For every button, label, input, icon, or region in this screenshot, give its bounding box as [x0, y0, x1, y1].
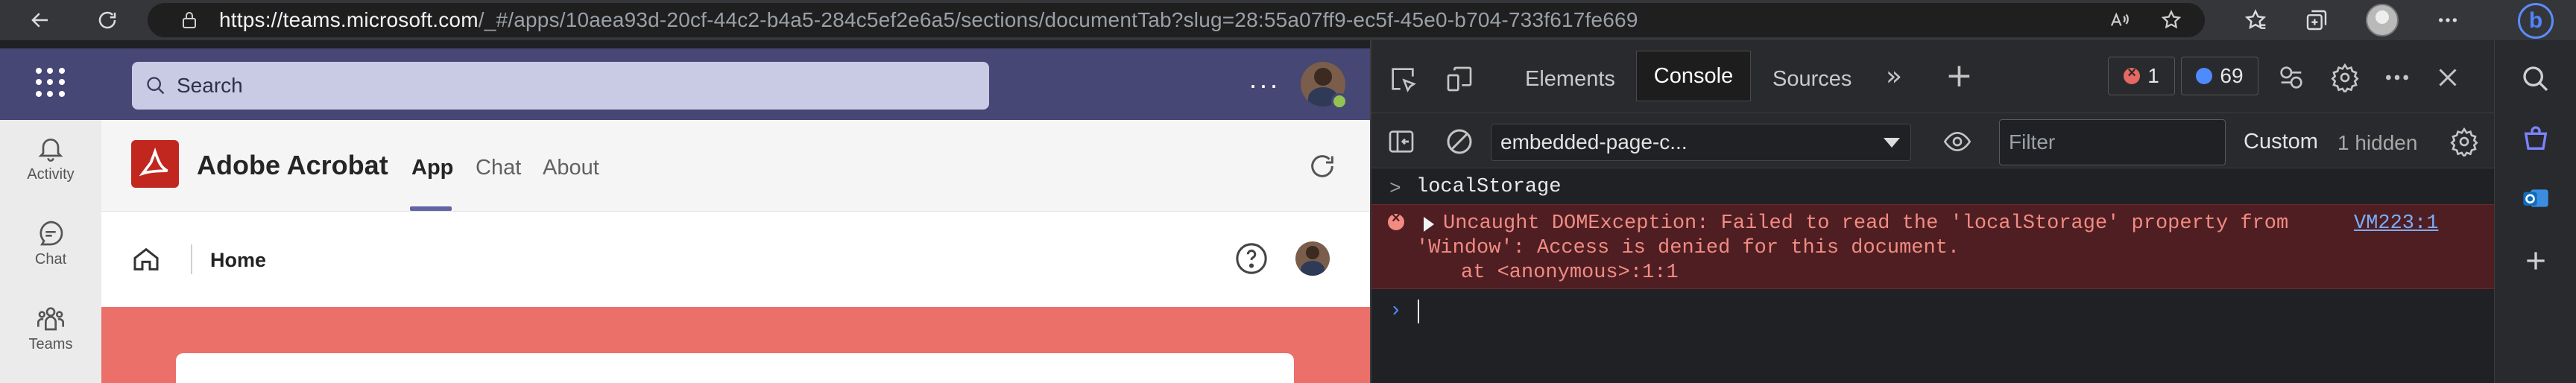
log-levels-dropdown[interactable]: Custom — [2244, 130, 2318, 154]
console-prompt-icon: › — [1389, 300, 1402, 323]
error-icon — [2124, 65, 2141, 84]
reload-app-icon[interactable] — [1307, 151, 1337, 181]
browser-toolbar: https://teams.microsoft.com/_#/apps/10ae… — [0, 0, 2576, 40]
home-breadcrumb[interactable]: Home — [210, 249, 266, 272]
add-tab-icon[interactable]: + — [1945, 57, 1973, 95]
bell-icon — [38, 139, 63, 162]
console-error-message: Uncaught DOMException: Failed to read th… — [1371, 204, 2496, 289]
back-button[interactable] — [21, 0, 60, 40]
rail-item-teams[interactable]: Teams — [0, 303, 101, 353]
close-icon[interactable] — [2434, 64, 2461, 91]
teams-icon — [37, 307, 64, 331]
acrobat-user-avatar[interactable] — [1295, 241, 1330, 276]
search-input[interactable]: Search — [132, 62, 989, 110]
console-settings-gear-icon[interactable] — [2449, 127, 2479, 156]
inspect-element-icon[interactable] — [1388, 64, 1418, 94]
sidebar-shopping-icon[interactable] — [2521, 124, 2551, 153]
collections-icon[interactable] — [2305, 8, 2329, 32]
search-placeholder: Search — [177, 74, 243, 97]
context-value: embedded-page-c... — [1500, 130, 1688, 153]
chevron-down-icon — [1884, 138, 1900, 148]
tab-about[interactable]: About — [543, 156, 599, 180]
devtools-panel: Elements Console Sources » + 1 69 embedd… — [1370, 40, 2496, 383]
console-input[interactable] — [1418, 300, 1419, 323]
edge-sidebar — [2494, 40, 2576, 383]
app-launcher-icon[interactable] — [36, 68, 66, 98]
tab-elements[interactable]: Elements — [1525, 67, 1615, 92]
show-sidebar-icon[interactable] — [1386, 127, 1416, 156]
device-emulation-icon[interactable] — [1445, 64, 1474, 94]
rail-label: Activity — [27, 166, 75, 183]
error-stack-line: at <anonymous>:1:1 — [1461, 262, 1679, 284]
tab-sources[interactable]: Sources — [1772, 67, 1852, 92]
more-options-icon[interactable] — [2382, 63, 2412, 92]
settings-gear-icon[interactable] — [2330, 63, 2360, 92]
filter-field[interactable] — [1999, 119, 2226, 165]
rail-label: Teams — [28, 336, 73, 352]
rail-label: Chat — [34, 251, 67, 268]
profile-avatar[interactable] — [2366, 4, 2399, 37]
search-icon — [147, 77, 165, 95]
sidebar-search-icon[interactable] — [2521, 64, 2551, 94]
bing-copilot-icon[interactable]: b — [2518, 3, 2554, 39]
message-count-badge[interactable]: 69 — [2181, 57, 2258, 95]
sidebar-add-icon[interactable] — [2521, 246, 2551, 276]
help-icon[interactable] — [1234, 241, 1269, 276]
error-icon — [1388, 210, 1404, 230]
message-count: 69 — [2220, 64, 2244, 87]
outlook-icon[interactable] — [2521, 183, 2551, 213]
error-text-line1: Uncaught DOMException: Failed to read th… — [1443, 212, 2289, 235]
chat-icon — [40, 221, 63, 246]
tab-chat[interactable]: Chat — [476, 156, 521, 180]
favorites-icon[interactable] — [2244, 8, 2267, 32]
add-favorite-icon[interactable] — [2160, 9, 2182, 31]
active-tab-indicator — [410, 206, 452, 211]
input-expression: localStorage — [1416, 176, 1562, 198]
teams-app-rail: Activity Chat Teams — [0, 120, 101, 383]
error-source-link[interactable]: VM223:1 — [2354, 212, 2438, 235]
more-tabs-chevron-icon[interactable]: » — [1886, 61, 1902, 92]
message-icon — [2196, 68, 2213, 84]
address-bar[interactable]: https://teams.microsoft.com/_#/apps/10ae… — [148, 3, 2205, 37]
clear-console-icon[interactable] — [1445, 127, 1474, 156]
app-header: Adobe Acrobat App Chat About — [101, 120, 1370, 212]
rail-item-activity[interactable]: Activity — [0, 133, 101, 183]
error-count-badge[interactable]: 1 — [2108, 57, 2175, 95]
tab-app[interactable]: App — [411, 156, 453, 180]
devtools-tabbar: Elements Console Sources » + 1 69 — [1371, 40, 2496, 113]
teams-more-button[interactable]: ··· — [1248, 69, 1280, 101]
error-text-line2: 'Window': Access is denied for this docu… — [1416, 237, 1960, 259]
adobe-acrobat-logo-icon — [131, 140, 179, 188]
filter-input[interactable] — [2009, 130, 2210, 154]
rail-item-chat[interactable]: Chat — [0, 218, 101, 268]
expand-triangle-icon[interactable] — [1424, 217, 1434, 232]
chevron-right-icon: > — [1389, 177, 1401, 200]
presence-available-badge — [1331, 93, 1348, 110]
teams-header: Search ··· — [0, 48, 1370, 120]
console-output: > localStorage Uncaught DOMException: Fa… — [1371, 168, 2496, 383]
more-icon[interactable] — [2436, 8, 2460, 32]
live-expression-eye-icon[interactable] — [1942, 127, 1972, 156]
console-input-echo: > localStorage — [1371, 168, 2496, 204]
tab-console[interactable]: Console — [1636, 51, 1751, 101]
url-text: https://teams.microsoft.com/_#/apps/10ae… — [219, 8, 1638, 31]
read-aloud-icon[interactable] — [2108, 9, 2130, 31]
context-selector[interactable]: embedded-page-c... — [1491, 124, 1911, 161]
reload-icon — [98, 11, 116, 29]
screen: https://teams.microsoft.com/_#/apps/10ae… — [0, 0, 2576, 383]
home-icon[interactable] — [131, 244, 161, 274]
home-bar: Home — [101, 212, 1370, 307]
console-toolbar: embedded-page-c... Custom 1 hidden — [1371, 113, 2496, 168]
content-card — [176, 353, 1294, 383]
refresh-button[interactable] — [88, 0, 127, 40]
divider — [191, 244, 192, 274]
feedback-icon[interactable] — [2276, 63, 2306, 92]
error-count: 1 — [2147, 64, 2159, 87]
arrow-left-icon — [31, 13, 48, 28]
hidden-messages-count: 1 hidden — [2337, 131, 2418, 154]
app-title: Adobe Acrobat — [197, 150, 388, 180]
lock-icon — [174, 10, 204, 30]
